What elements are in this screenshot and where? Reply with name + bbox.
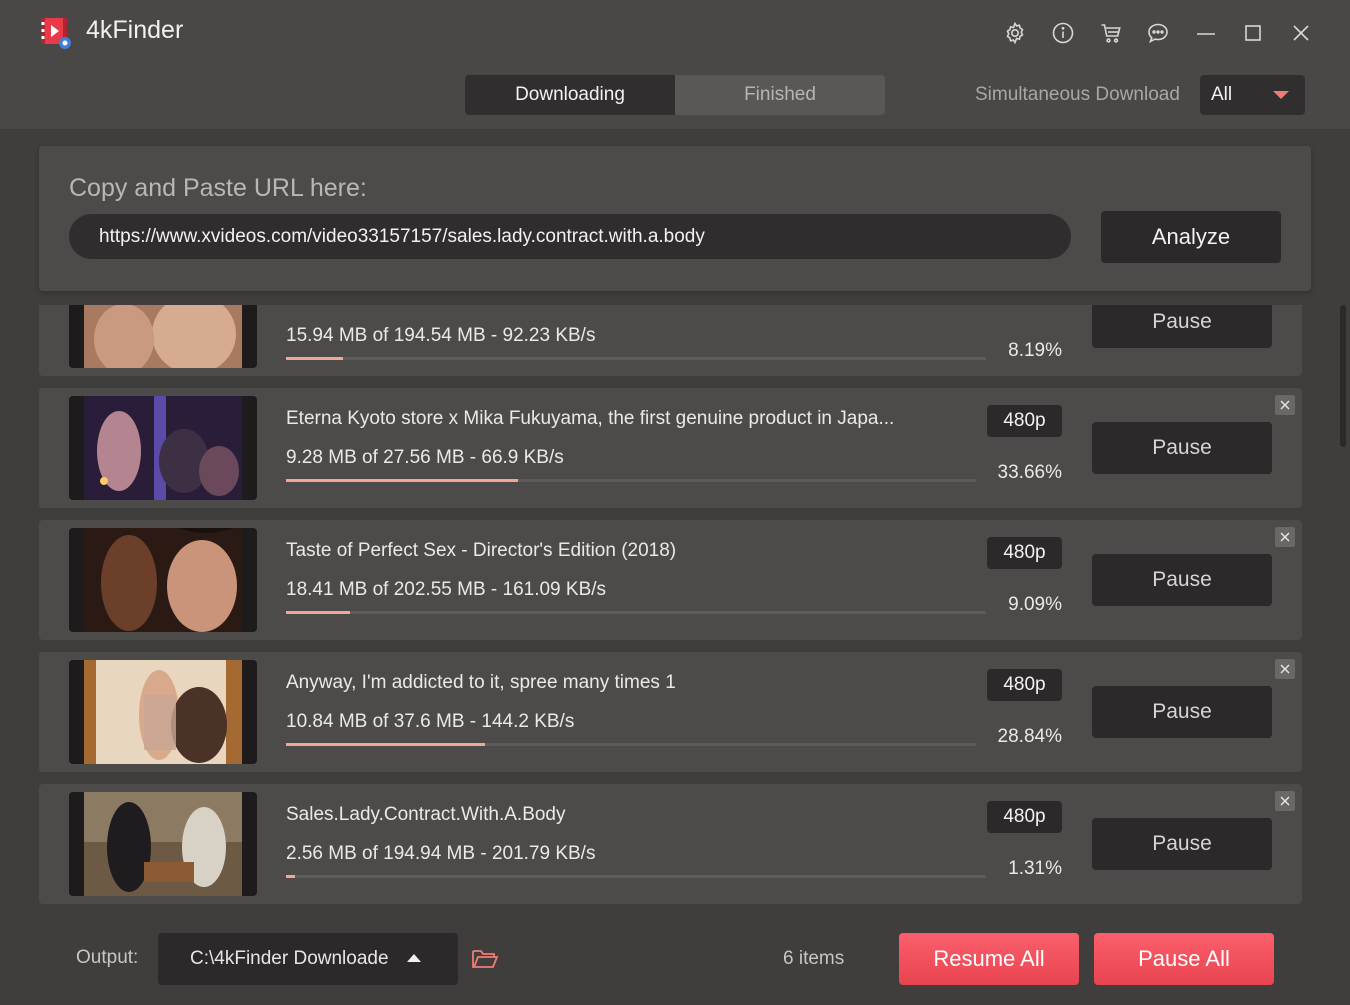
chat-icon[interactable]: [1145, 20, 1171, 46]
download-title: Anyway, I'm addicted to it, spree many t…: [286, 672, 676, 693]
resolution-badge: 480p: [987, 669, 1062, 701]
close-icon[interactable]: [1275, 395, 1295, 415]
tab-downloading[interactable]: Downloading: [465, 75, 675, 115]
gear-icon[interactable]: [1002, 20, 1028, 46]
download-stats: 15.94 MB of 194.54 MB - 92.23 KB/s: [286, 325, 596, 346]
progress-fill: [286, 743, 485, 746]
resolution-badge: 480p: [987, 405, 1062, 437]
resume-all-button[interactable]: Resume All: [899, 933, 1079, 985]
simultaneous-download-value: All: [1211, 84, 1233, 105]
download-item: Eterna Kyoto store x Mika Fukuyama, the …: [39, 388, 1302, 508]
pause-button[interactable]: Pause: [1092, 422, 1272, 474]
chevron-up-icon: [407, 954, 421, 962]
cart-icon[interactable]: [1098, 20, 1124, 46]
url-panel: Copy and Paste URL here: Analyze: [39, 146, 1311, 291]
analyze-button[interactable]: Analyze: [1101, 211, 1281, 263]
close-icon[interactable]: [1275, 527, 1295, 547]
tab-bar: Downloading Finished: [465, 75, 885, 115]
pause-button[interactable]: Pause: [1092, 686, 1272, 738]
progress-percent: 8.19%: [1008, 340, 1062, 361]
output-label: Output:: [76, 947, 139, 968]
download-stats: 10.84 MB of 37.6 MB - 144.2 KB/s: [286, 711, 575, 732]
video-thumbnail: [69, 792, 257, 896]
download-item: 15.94 MB of 194.54 MB - 92.23 KB/s 8.19%…: [39, 305, 1302, 376]
close-icon[interactable]: [1275, 791, 1295, 811]
output-folder-select[interactable]: C:\4kFinder Downloade: [158, 933, 458, 985]
maximize-icon[interactable]: [1240, 20, 1266, 46]
progress-fill: [286, 611, 350, 614]
download-stats: 18.41 MB of 202.55 MB - 161.09 KB/s: [286, 579, 607, 600]
progress-bar: [286, 357, 986, 360]
pause-button[interactable]: Pause: [1092, 554, 1272, 606]
progress-bar: [286, 875, 986, 878]
download-title: Eterna Kyoto store x Mika Fukuyama, the …: [286, 408, 895, 429]
download-stats: 9.28 MB of 27.56 MB - 66.9 KB/s: [286, 447, 564, 468]
tab-finished[interactable]: Finished: [675, 75, 885, 115]
progress-percent: 33.66%: [997, 462, 1062, 483]
download-stats: 2.56 MB of 194.94 MB - 201.79 KB/s: [286, 843, 596, 864]
minimize-icon[interactable]: [1193, 20, 1219, 46]
download-title: Taste of Perfect Sex - Director's Editio…: [286, 540, 677, 561]
progress-bar: [286, 611, 986, 614]
url-label: Copy and Paste URL here:: [69, 174, 367, 202]
close-icon[interactable]: [1275, 659, 1295, 679]
url-input[interactable]: [69, 214, 1071, 259]
chevron-down-icon: [1273, 91, 1289, 99]
progress-percent: 9.09%: [1008, 594, 1062, 615]
download-item: Sales.Lady.Contract.With.A.Body 2.56 MB …: [39, 784, 1302, 904]
output-folder-value: C:\4kFinder Downloade: [190, 948, 389, 969]
download-title: Sales.Lady.Contract.With.A.Body: [286, 804, 566, 825]
download-item: Anyway, I'm addicted to it, spree many t…: [39, 652, 1302, 772]
scrollbar-thumb[interactable]: [1340, 305, 1346, 447]
close-icon[interactable]: [1288, 20, 1314, 46]
pause-all-button[interactable]: Pause All: [1094, 933, 1274, 985]
progress-fill: [286, 875, 296, 878]
download-list[interactable]: 15.94 MB of 194.54 MB - 92.23 KB/s 8.19%…: [0, 305, 1350, 913]
progress-fill: [286, 479, 519, 482]
items-count: 6 items: [783, 948, 845, 969]
simultaneous-download-label: Simultaneous Download: [975, 84, 1180, 105]
progress-percent: 28.84%: [997, 726, 1062, 747]
title-bar: 4kFinder Downloading Finished Simultaneo…: [0, 0, 1350, 129]
pause-button[interactable]: Pause: [1092, 305, 1272, 348]
simultaneous-download-select[interactable]: All: [1200, 75, 1305, 115]
app-logo-icon: [41, 18, 71, 49]
app-title: 4kFinder: [86, 16, 184, 44]
progress-percent: 1.31%: [1008, 858, 1062, 879]
progress-bar: [286, 479, 976, 482]
resolution-badge: 480p: [987, 801, 1062, 833]
video-thumbnail: [69, 660, 257, 764]
folder-icon[interactable]: [471, 946, 499, 972]
footer-bar: Output: C:\4kFinder Downloade 6 items Re…: [0, 913, 1350, 1005]
progress-fill: [286, 357, 344, 360]
progress-bar: [286, 743, 976, 746]
video-thumbnail: [69, 396, 257, 500]
download-item: Taste of Perfect Sex - Director's Editio…: [39, 520, 1302, 640]
video-thumbnail: [69, 305, 257, 368]
info-icon[interactable]: [1050, 20, 1076, 46]
pause-button[interactable]: Pause: [1092, 818, 1272, 870]
resolution-badge: 480p: [987, 537, 1062, 569]
video-thumbnail: [69, 528, 257, 632]
